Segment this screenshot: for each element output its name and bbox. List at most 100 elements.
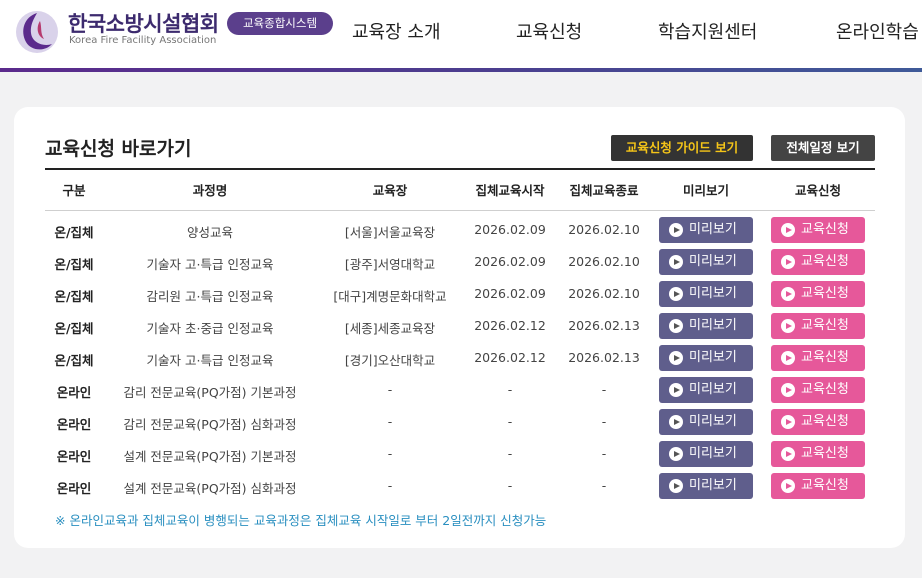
preview-button-label: 미리보기 <box>689 382 737 397</box>
row-start-date: 2026.02.12 <box>474 350 546 365</box>
apply-button[interactable]: 교육신청 <box>771 345 865 371</box>
apply-button[interactable]: 교육신청 <box>771 409 865 435</box>
row-start-date: - <box>507 382 513 397</box>
preview-button[interactable]: 미리보기 <box>659 345 753 371</box>
row-course-name: 기술자 고·특급 인정교육 <box>146 353 274 368</box>
play-circle-icon <box>781 447 795 461</box>
row-course-name: 기술자 고·특급 인정교육 <box>146 257 274 272</box>
row-end-date: 2026.02.10 <box>568 222 640 237</box>
row-course-name: 감리 전문교육(PQ가점) 기본과정 <box>123 385 297 400</box>
row-type: 온/집체 <box>54 257 94 272</box>
nav-online-learning[interactable]: 온라인학습 <box>836 18 919 44</box>
row-start-date: 2026.02.09 <box>474 286 546 301</box>
play-circle-icon <box>781 223 795 237</box>
preview-button[interactable]: 미리보기 <box>659 409 753 435</box>
system-badge: 교육종합시스템 <box>227 12 333 35</box>
apply-button[interactable]: 교육신청 <box>771 313 865 339</box>
table-row: 온/집체 기술자 고·특급 인정교육 [경기]오산대학교 2026.02.12 2026… <box>45 342 875 374</box>
guide-button[interactable]: 교육신청 가이드 보기 <box>611 135 753 161</box>
preview-button-label: 미리보기 <box>689 286 737 301</box>
row-type: 온라인 <box>56 417 92 432</box>
apply-button[interactable]: 교육신청 <box>771 217 865 243</box>
preview-button[interactable]: 미리보기 <box>659 313 753 339</box>
kfa-logo[interactable] <box>14 9 60 55</box>
apply-button-label: 교육신청 <box>801 254 849 269</box>
site-header: 한국소방시설협회 Korea Fire Facility Association… <box>0 0 922 68</box>
apply-shortcut-card: 교육신청 바로가기 교육신청 가이드 보기 전체일정 보기 구분 과정명 교육장… <box>14 107 905 548</box>
header-divider <box>0 68 922 72</box>
preview-button[interactable]: 미리보기 <box>659 217 753 243</box>
apply-button-label: 교육신청 <box>801 382 849 397</box>
col-apply: 교육신청 <box>794 183 841 198</box>
apply-button[interactable]: 교육신청 <box>771 249 865 275</box>
row-venue: - <box>387 414 393 429</box>
table-row: 온라인 설계 전문교육(PQ가점) 심화과정 - - - 미리보기 교육신청 <box>45 470 875 502</box>
table-row: 온/집체 기술자 초·중급 인정교육 [세종]세종교육장 2026.02.12 2026… <box>45 310 875 342</box>
nav-venue-intro[interactable]: 교육장 소개 <box>352 18 441 44</box>
col-venue: 교육장 <box>372 183 408 198</box>
row-end-date: - <box>601 478 607 493</box>
play-circle-icon <box>781 255 795 269</box>
row-end-date: 2026.02.13 <box>568 350 640 365</box>
row-venue: - <box>387 478 393 493</box>
col-preview: 미리보기 <box>682 183 729 198</box>
play-circle-icon <box>781 415 795 429</box>
row-start-date: 2026.02.09 <box>474 254 546 269</box>
row-type: 온라인 <box>56 449 92 464</box>
row-venue: [서울]서울교육장 <box>344 225 436 240</box>
play-circle-icon <box>781 479 795 493</box>
play-circle-icon <box>669 383 683 397</box>
row-start-date: 2026.02.12 <box>474 318 546 333</box>
row-start-date: 2026.02.09 <box>474 222 546 237</box>
play-circle-icon <box>669 223 683 237</box>
preview-button[interactable]: 미리보기 <box>659 249 753 275</box>
play-circle-icon <box>781 287 795 301</box>
nav-learning-center[interactable]: 학습지원센터 <box>658 18 757 44</box>
row-type: 온/집체 <box>54 289 94 304</box>
row-course-name: 감리원 고·특급 인정교육 <box>146 289 274 304</box>
play-circle-icon <box>781 319 795 333</box>
apply-button[interactable]: 교육신청 <box>771 377 865 403</box>
full-schedule-button[interactable]: 전체일정 보기 <box>771 135 875 161</box>
preview-button-label: 미리보기 <box>689 478 737 493</box>
apply-button-label: 교육신청 <box>801 414 849 429</box>
play-circle-icon <box>669 255 683 269</box>
row-type: 온/집체 <box>54 225 94 240</box>
col-end: 집체교육종료 <box>569 183 639 198</box>
row-course-name: 양성교육 <box>186 225 233 240</box>
preview-button-label: 미리보기 <box>689 414 737 429</box>
play-circle-icon <box>669 351 683 365</box>
row-course-name: 설계 전문교육(PQ가점) 기본과정 <box>123 449 297 464</box>
col-start: 집체교육시작 <box>475 183 545 198</box>
preview-button[interactable]: 미리보기 <box>659 281 753 307</box>
row-venue: - <box>387 446 393 461</box>
preview-button[interactable]: 미리보기 <box>659 441 753 467</box>
play-circle-icon <box>669 319 683 333</box>
apply-button-label: 교육신청 <box>801 222 849 237</box>
row-type: 온/집체 <box>54 353 94 368</box>
apply-button[interactable]: 교육신청 <box>771 441 865 467</box>
apply-button[interactable]: 교육신청 <box>771 281 865 307</box>
row-start-date: - <box>507 478 513 493</box>
apply-button-label: 교육신청 <box>801 478 849 493</box>
row-end-date: 2026.02.10 <box>568 254 640 269</box>
table-header: 구분 과정명 교육장 집체교육시작 집체교육종료 미리보기 교육신청 <box>45 168 875 211</box>
table-row: 온라인 감리 전문교육(PQ가점) 심화과정 - - - 미리보기 교육신청 <box>45 406 875 438</box>
row-end-date: - <box>601 414 607 429</box>
row-type: 온라인 <box>56 481 92 496</box>
preview-button[interactable]: 미리보기 <box>659 473 753 499</box>
play-circle-icon <box>781 351 795 365</box>
table-row: 온/집체 기술자 고·특급 인정교육 [광주]서영대학교 2026.02.09 2026… <box>45 246 875 278</box>
org-name[interactable]: 한국소방시설협회 <box>68 8 219 38</box>
row-start-date: - <box>507 414 513 429</box>
nav-apply[interactable]: 교육신청 <box>516 18 582 44</box>
row-type: 온라인 <box>56 385 92 400</box>
play-circle-icon <box>669 479 683 493</box>
row-end-date: 2026.02.10 <box>568 286 640 301</box>
preview-button-label: 미리보기 <box>689 254 737 269</box>
preview-button[interactable]: 미리보기 <box>659 377 753 403</box>
apply-button[interactable]: 교육신청 <box>771 473 865 499</box>
row-end-date: - <box>601 382 607 397</box>
row-venue: [대구]계명문화대학교 <box>333 289 447 304</box>
play-circle-icon <box>781 383 795 397</box>
